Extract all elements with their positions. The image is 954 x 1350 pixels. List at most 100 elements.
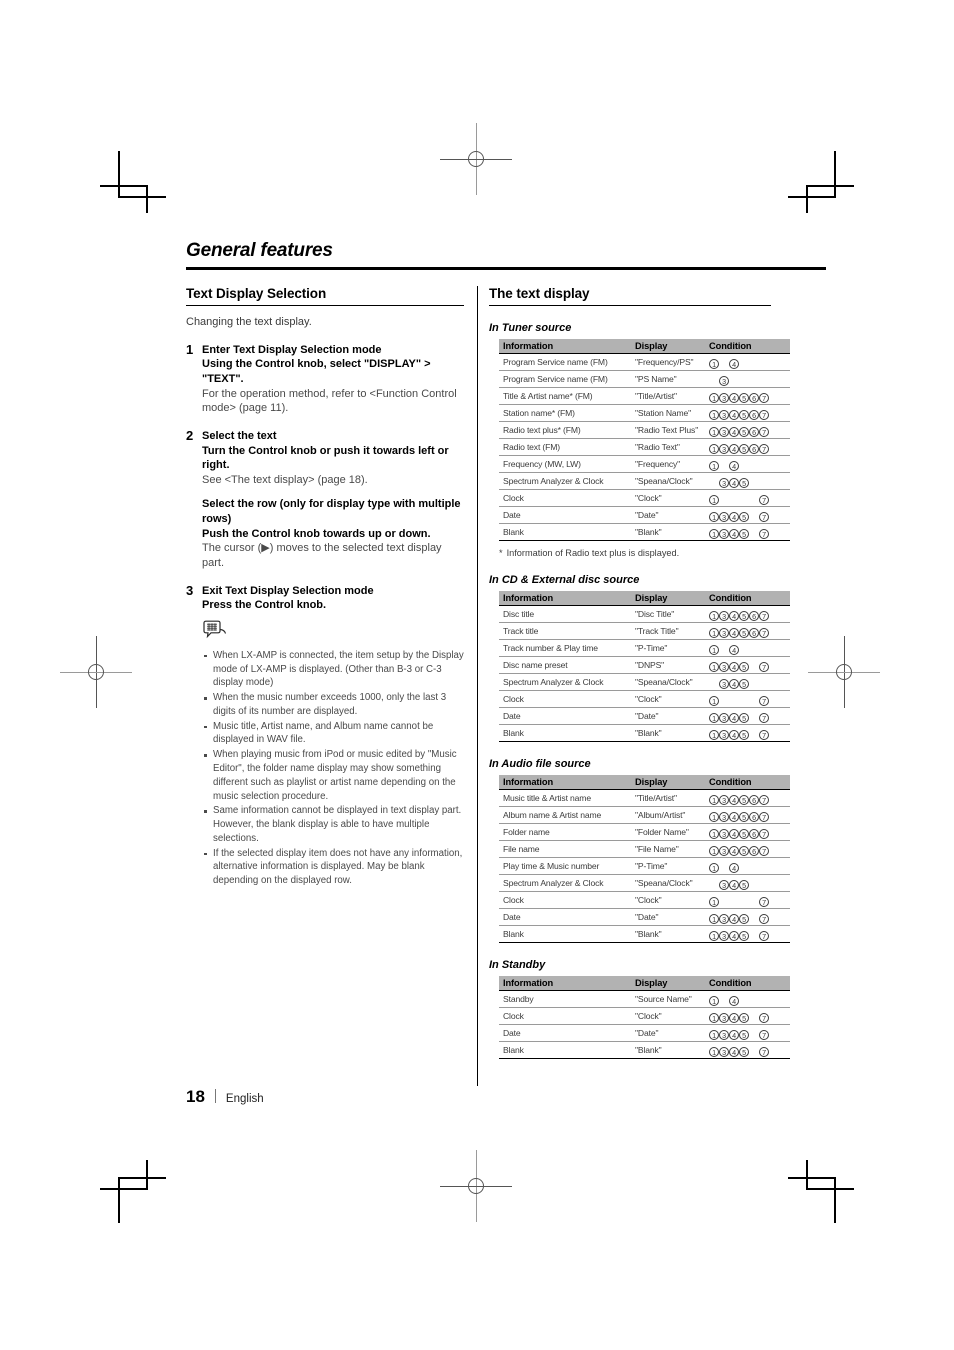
condition-number: 3 — [719, 627, 729, 638]
cell-display: "Speana/Clock" — [631, 673, 705, 691]
condition-number: 4 — [729, 930, 739, 941]
condition-number: 4 — [729, 811, 739, 822]
cell-information: Station name* (FM) — [499, 404, 631, 422]
condition-blank — [719, 645, 729, 655]
cell-condition: 345 — [705, 673, 790, 691]
table-row: Track title "Track Title" 1 3 4 5 6 7 — [499, 622, 790, 640]
condition-number: 4 — [729, 995, 739, 1006]
table-row: Date "Date" 1 3 4 5 7 — [499, 1024, 790, 1042]
table-wrapper: Information Display Condition Standby "Sourc… — [489, 976, 790, 1059]
column-header: Information — [499, 976, 631, 991]
condition-number: 7 — [759, 930, 769, 941]
condition-blank — [719, 359, 729, 369]
cell-condition: 13457 — [705, 656, 790, 674]
table-row: Disc name preset "DNPS" 1 3 4 5 7 — [499, 656, 790, 674]
condition-blank — [719, 996, 729, 1006]
note-item: When playing music from iPod or music ed… — [202, 748, 464, 803]
cell-display: "Title/Artist" — [631, 387, 705, 405]
footer-language: English — [225, 1093, 264, 1105]
cell-condition: 14 — [705, 353, 790, 371]
cell-display: "Source Name" — [631, 990, 705, 1008]
cell-information: File name — [499, 840, 631, 858]
condition-blank — [739, 376, 749, 386]
condition-number: 1 — [709, 1046, 719, 1057]
condition-blank — [749, 730, 759, 740]
table-wrapper: Information Display Condition Disc title "Di… — [489, 591, 790, 742]
condition-number: 3 — [719, 426, 729, 437]
condition-number: 5 — [739, 409, 749, 420]
cell-condition: 13457 — [705, 925, 790, 943]
condition-blank — [739, 863, 749, 873]
condition-blank — [759, 461, 769, 471]
condition-number: 7 — [759, 511, 769, 522]
condition-blank — [749, 696, 759, 706]
cell-information: Date — [499, 707, 631, 725]
condition-number: 3 — [719, 811, 729, 822]
cell-display: "Station Name" — [631, 404, 705, 422]
column-header: Condition — [705, 775, 790, 790]
condition-number: 7 — [759, 494, 769, 505]
condition-number: 7 — [759, 1029, 769, 1040]
condition-number: 3 — [719, 712, 729, 723]
cell-information: Clock — [499, 690, 631, 708]
table-row: Disc title "Disc Title" 1 3 4 5 6 7 — [499, 605, 790, 623]
condition-blank — [729, 376, 739, 386]
section-rule — [489, 305, 771, 306]
cell-condition: 134567 — [705, 404, 790, 422]
condition-number: 5 — [739, 528, 749, 539]
column-header: Information — [499, 775, 631, 790]
condition-number: 7 — [759, 528, 769, 539]
cell-condition: 13457 — [705, 1024, 790, 1042]
step-3-title: Exit Text Display Selection mode — [202, 584, 374, 597]
registration-mark-bottom — [440, 1150, 512, 1222]
condition-number: 4 — [729, 528, 739, 539]
condition-number: 1 — [709, 695, 719, 706]
condition-blank — [729, 696, 739, 706]
condition-number: 3 — [719, 794, 729, 805]
cell-information: Title & Artist name* (FM) — [499, 387, 631, 405]
step-1: 1 Enter Text Display Selection mode Usin… — [186, 342, 464, 416]
table-row: Clock "Clock" 1 7 — [499, 690, 790, 708]
step-2: 2 Select the text Turn the Control knob … — [186, 427, 464, 571]
condition-number: 5 — [739, 1046, 749, 1057]
condition-number: 3 — [719, 477, 729, 488]
condition-number: 6 — [749, 845, 759, 856]
condition-number: 5 — [739, 511, 749, 522]
footnote-marker: * — [499, 548, 503, 558]
condition-blank — [749, 679, 759, 689]
cell-information: Disc name preset — [499, 656, 631, 674]
condition-number: 7 — [759, 712, 769, 723]
cell-information: Track number & Play time — [499, 639, 631, 657]
condition-number: 4 — [729, 477, 739, 488]
left-column: Text Display Selection Changing the text… — [186, 286, 464, 889]
footer-divider — [214, 1089, 216, 1103]
condition-number: 4 — [729, 845, 739, 856]
step-1-title: Enter Text Display Selection mode — [202, 343, 382, 356]
condition-number: 3 — [719, 930, 729, 941]
condition-blank — [759, 996, 769, 1006]
condition-number: 7 — [759, 443, 769, 454]
condition-blank — [759, 645, 769, 655]
condition-number: 4 — [729, 627, 739, 638]
condition-number: 3 — [719, 392, 729, 403]
condition-blank — [739, 645, 749, 655]
condition-number: 1 — [709, 862, 719, 873]
condition-blank — [749, 931, 759, 941]
cell-condition: 17 — [705, 891, 790, 909]
condition-blank — [719, 495, 729, 505]
condition-blank — [709, 376, 719, 386]
step-3: 3 Exit Text Display Selection mode Press… — [186, 583, 464, 888]
note-item: When the music number exceeds 1000, only… — [202, 691, 464, 719]
registration-mark-top — [440, 123, 512, 195]
cell-display: "P-Time" — [631, 639, 705, 657]
cell-display: "P-Time" — [631, 857, 705, 875]
condition-number: 5 — [739, 879, 749, 890]
condition-number: 4 — [729, 862, 739, 873]
condition-number: 4 — [729, 913, 739, 924]
condition-blank — [729, 897, 739, 907]
cell-display: "Date" — [631, 707, 705, 725]
condition-number: 4 — [729, 610, 739, 621]
cell-information: Clock — [499, 1007, 631, 1025]
step-2-number: 2 — [186, 427, 194, 443]
column-header: Information — [499, 339, 631, 354]
